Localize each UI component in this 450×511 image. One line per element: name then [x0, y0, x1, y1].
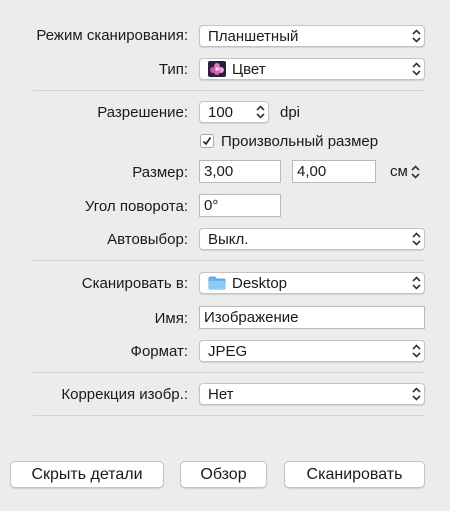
scan-to-label: Сканировать в: — [81, 275, 188, 292]
format-select[interactable]: JPEG — [199, 340, 425, 362]
rotation-value: 0° — [204, 197, 219, 214]
name-value: Изображение — [204, 309, 299, 326]
separator — [33, 372, 425, 373]
scan-to-select[interactable]: Desktop — [199, 272, 425, 294]
hide-details-button[interactable]: Скрыть детали — [10, 461, 164, 488]
type-select[interactable]: Цвет — [199, 58, 425, 80]
size-width-field[interactable]: 3,00 — [199, 160, 281, 183]
color-flower-icon — [208, 61, 226, 77]
browse-button[interactable]: Обзор — [180, 461, 267, 488]
updown-arrows-icon — [408, 273, 424, 293]
type-value: Цвет — [232, 60, 266, 78]
scan-to-value: Desktop — [232, 274, 288, 292]
correction-select[interactable]: Нет — [199, 383, 425, 405]
scan-mode-value: Планшетный — [208, 27, 299, 45]
updown-arrows-icon — [408, 26, 424, 46]
resolution-select[interactable]: 100 — [199, 101, 269, 123]
type-label: Тип: — [158, 61, 188, 78]
rotation-field[interactable]: 0° — [199, 194, 281, 217]
scan-mode-label: Режим сканирования: — [36, 27, 188, 44]
auto-select-select[interactable]: Выкл. — [199, 228, 425, 250]
size-height-field[interactable]: 4,00 — [292, 160, 376, 183]
updown-arrows-icon — [252, 102, 268, 122]
separator — [33, 90, 425, 91]
size-unit-popup[interactable]: см — [390, 163, 420, 180]
separator — [33, 260, 425, 261]
size-width-value: 3,00 — [204, 163, 234, 180]
separator — [33, 415, 425, 416]
auto-select-label: Автовыбор: — [107, 231, 188, 248]
resolution-value: 100 — [208, 103, 234, 121]
format-value: JPEG — [208, 342, 248, 360]
resolution-label: Разрешение: — [97, 104, 188, 121]
name-label: Имя: — [154, 310, 188, 327]
updown-arrows-icon — [408, 341, 424, 361]
folder-icon — [208, 276, 226, 290]
size-label: Размер: — [132, 164, 188, 181]
auto-select-value: Выкл. — [208, 230, 249, 248]
updown-arrows-icon — [411, 164, 420, 179]
name-field[interactable]: Изображение — [199, 306, 425, 329]
checkmark-icon — [202, 133, 212, 150]
size-unit-value: см — [390, 163, 408, 180]
size-height-value: 4,00 — [297, 163, 327, 180]
resolution-unit: dpi — [280, 104, 301, 121]
scan-button[interactable]: Сканировать — [284, 461, 425, 488]
scan-mode-select[interactable]: Планшетный — [199, 25, 425, 47]
updown-arrows-icon — [408, 384, 424, 404]
correction-value: Нет — [208, 385, 234, 403]
rotation-label: Угол поворота: — [84, 198, 188, 215]
custom-size-label: Произвольный размер — [221, 133, 379, 150]
custom-size-checkbox[interactable] — [200, 134, 214, 148]
updown-arrows-icon — [408, 229, 424, 249]
updown-arrows-icon — [408, 59, 424, 79]
correction-label: Коррекция изобр.: — [61, 386, 188, 403]
format-label: Формат: — [130, 343, 188, 360]
